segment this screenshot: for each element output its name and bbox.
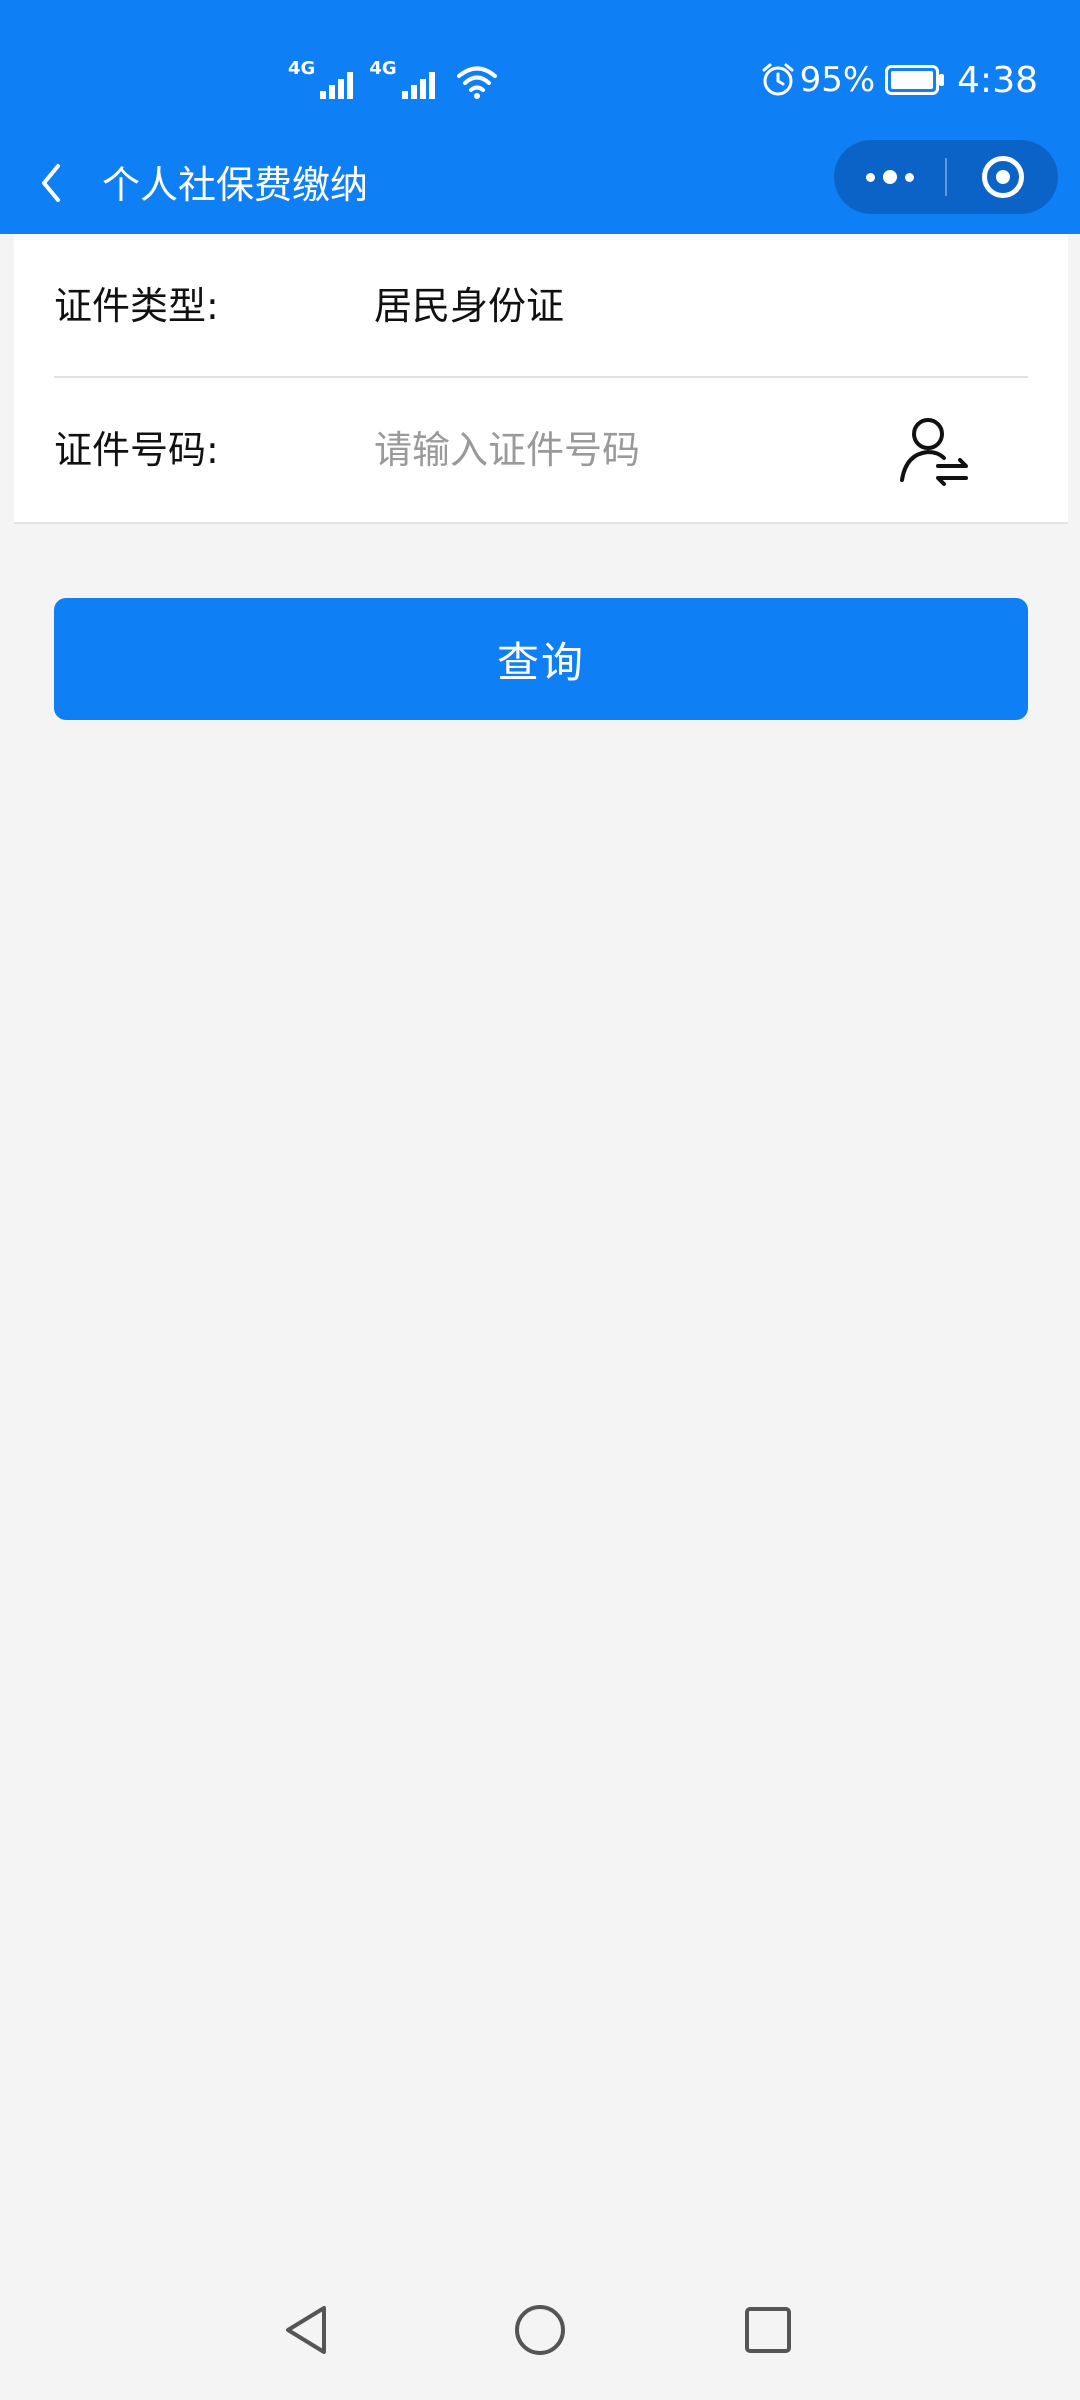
id-type-label: 证件类型: — [54, 284, 219, 328]
battery-icon — [885, 65, 945, 95]
person-swap-icon[interactable] — [894, 414, 974, 488]
form-card: 证件类型: 居民身份证 证件号码: — [14, 234, 1068, 524]
signal-bar — [320, 91, 327, 99]
signal-bar — [338, 79, 345, 99]
target-circle-icon — [981, 156, 1024, 198]
more-button[interactable] — [834, 140, 945, 214]
query-button[interactable]: 查询 — [54, 598, 1028, 720]
wifi-icon — [456, 66, 497, 99]
triangle-back-icon[interactable] — [278, 2300, 338, 2360]
id-type-value[interactable]: 居民身份证 — [374, 278, 564, 334]
cellular-signal-2: 4G — [369, 58, 435, 99]
id-type-row[interactable]: 证件类型: 居民身份证 — [54, 234, 1028, 378]
network-type-1: 4G — [288, 58, 316, 79]
id-number-input[interactable] — [374, 414, 844, 486]
more-dots-icon — [882, 170, 897, 184]
more-dots-icon — [904, 172, 914, 182]
more-dots-icon — [865, 172, 875, 182]
mini-program-capsule — [834, 140, 1058, 214]
clock: 4:38 — [957, 59, 1038, 101]
signal-bar — [428, 72, 435, 99]
network-type-2: 4G — [369, 58, 397, 79]
signal-bar — [410, 85, 417, 99]
circle-home-icon[interactable] — [510, 2300, 570, 2360]
cellular-signal-1: 4G — [288, 58, 354, 99]
id-number-label: 证件号码: — [54, 428, 219, 472]
battery-percent: 95% — [799, 60, 876, 100]
signal-bar — [419, 79, 426, 99]
target-circle-core — [995, 170, 1010, 184]
signal-bar — [401, 91, 408, 99]
chevron-left-icon[interactable] — [36, 158, 66, 208]
page-title: 个人社保费缴纳 — [102, 163, 369, 207]
alarm-icon — [762, 63, 794, 96]
signal-group: 4G 4G — [288, 58, 497, 99]
signal-bar — [347, 72, 354, 99]
close-button[interactable] — [947, 140, 1058, 214]
square-recent-icon[interactable] — [738, 2300, 798, 2360]
status-right: 95% 4:38 — [760, 58, 1038, 102]
system-navigation-bar — [0, 2270, 1080, 2400]
id-number-row: 证件号码: — [54, 378, 1028, 522]
app-header: 4G 4G 95% 4:38 个人社保费缴纳 — [0, 0, 1080, 234]
navigation-bar: 个人社保费缴纳 — [0, 140, 1080, 234]
status-bar: 4G 4G 95% 4:38 — [0, 0, 1080, 150]
signal-bar — [329, 85, 336, 99]
